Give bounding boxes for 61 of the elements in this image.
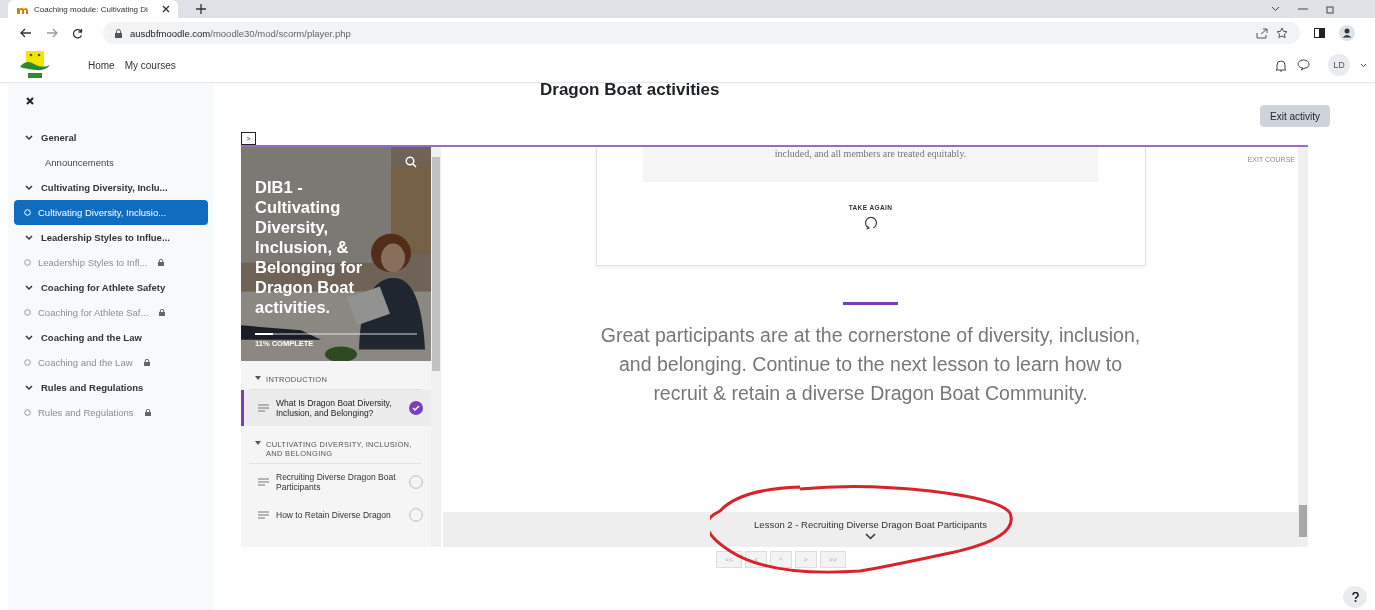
profile-icon[interactable]: [1339, 25, 1355, 41]
lock-icon: [159, 309, 166, 316]
help-icon: [1351, 592, 1359, 602]
help-button[interactable]: [1343, 586, 1367, 608]
restore-icon[interactable]: [1326, 4, 1335, 14]
section-heading[interactable]: Coaching and the Law: [14, 325, 208, 350]
nav-link[interactable]: Home: [88, 59, 115, 71]
new-tab-icon[interactable]: [196, 4, 206, 14]
browser-tab[interactable]: Coaching module: Cultivating Di: [8, 0, 178, 18]
section-heading[interactable]: Coaching for Athlete Safety: [14, 275, 208, 300]
star-icon[interactable]: [1276, 27, 1288, 39]
circle-icon: [24, 309, 31, 316]
section-heading[interactable]: Rules and Regulations: [14, 375, 208, 400]
chevron-down-icon: [865, 533, 876, 540]
lines-icon: [258, 511, 269, 519]
exit-activity-button[interactable]: Exit activity: [1260, 105, 1330, 127]
lock-icon: [115, 28, 122, 38]
lock-icon: [144, 409, 151, 416]
chevron-down-icon[interactable]: [1271, 6, 1280, 12]
lock-icon: [143, 359, 150, 366]
lock-icon: [158, 259, 165, 266]
section-heading[interactable]: Leadership Styles to Influe...: [14, 225, 208, 250]
user-avatar[interactable]: LD: [1328, 54, 1350, 76]
scrollbar[interactable]: [1298, 147, 1308, 547]
bell-icon[interactable]: [1275, 58, 1287, 72]
lines-icon: [258, 478, 269, 486]
replay-icon[interactable]: [863, 216, 878, 230]
course-title: DIB1 - Cultivating Diversity, Inclusion, & Belonging for Dragon Boat activities.: [255, 177, 364, 317]
back-icon[interactable]: [20, 28, 32, 38]
lesson-item[interactable]: How to Retain Diverse Dragon: [241, 500, 431, 530]
search-icon[interactable]: [405, 156, 417, 168]
section-heading[interactable]: Cultivating Diversity, Inclu...: [14, 175, 208, 200]
share-icon[interactable]: [1256, 27, 1268, 39]
closing-paragraph: Great participants are at the cornerstone of diversity, inclusion, and belonging. Continue to the next lesson to learn how to recruit & retain a diverse Dragon Boat Community.: [600, 323, 1141, 406]
nav-link[interactable]: My courses: [124, 59, 176, 71]
section-heading[interactable]: General: [14, 125, 208, 150]
reload-icon[interactable]: [72, 27, 83, 39]
tab-title: Coaching module: Cultivating Di: [34, 4, 149, 14]
sidebar-item[interactable]: Announcements: [14, 150, 208, 175]
circle-icon: [24, 359, 31, 366]
next-lesson-title: Lesson 2 - Recruiting Diverse Dragon Boat Participants: [754, 519, 987, 530]
lesson-item[interactable]: Recruiting Diverse Dragon Boat Participants: [241, 464, 431, 500]
circle-icon: [24, 259, 31, 266]
lines-icon: [258, 404, 269, 412]
logo-drawing[interactable]: [20, 51, 50, 79]
scrollbar[interactable]: [431, 147, 441, 547]
chat-icon[interactable]: [1297, 59, 1310, 71]
side-panel-icon[interactable]: [1314, 28, 1325, 38]
address-bar[interactable]: ausdbfmoodle.com/moodle30/mod/scorm/player.php: [103, 22, 1300, 44]
sidebar-item[interactable]: Cultivating Diversity, Inclusio...: [14, 200, 208, 225]
forward-icon[interactable]: [46, 28, 58, 38]
page-title: Dragon Boat activities: [539, 83, 721, 101]
circle-icon: [24, 409, 31, 416]
url-text: ausdbfmoodle.com/moodle30/mod/scorm/player.php: [130, 27, 351, 39]
lesson-item[interactable]: What Is Dragon Boat Diversity, Inclusion, and Belonging?: [241, 390, 431, 426]
circle-icon: [24, 209, 31, 216]
feedback-text: included, and all members are treated equitably.: [643, 147, 1098, 182]
close-icon[interactable]: [162, 5, 170, 13]
next-lesson-bar[interactable]: Lesson 2 - Recruiting Diverse Dragon Boat Participants: [443, 512, 1298, 547]
close-icon[interactable]: [26, 97, 34, 105]
caret-icon[interactable]: [1360, 62, 1367, 68]
